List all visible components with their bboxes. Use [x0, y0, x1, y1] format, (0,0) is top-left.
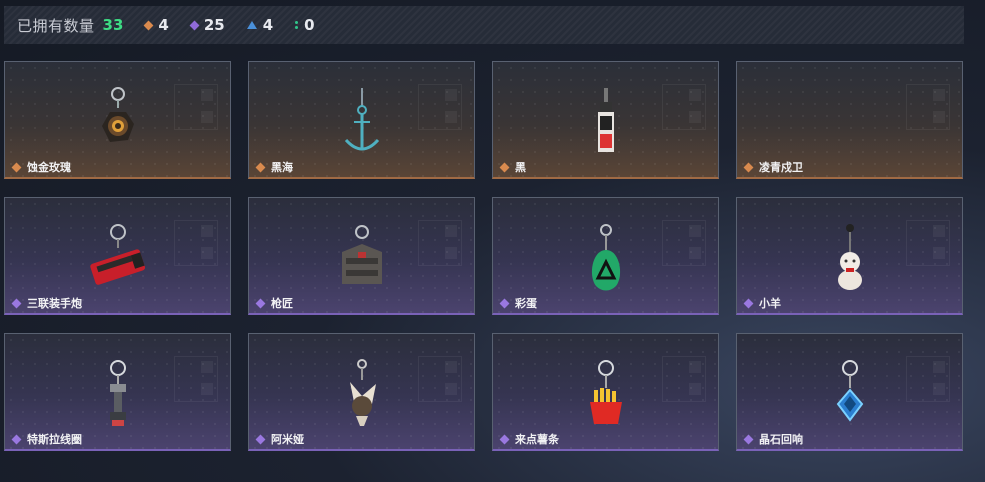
charm-card[interactable]: 黑 — [492, 61, 719, 179]
charm-card[interactable]: 凌青戍卫 — [736, 61, 963, 179]
blue-count: 4 — [262, 16, 274, 34]
charm-name: 黑海 — [271, 161, 293, 174]
blue-triangle-icon — [246, 21, 257, 29]
gunsmith-box-charm-icon — [332, 222, 392, 294]
charm-card[interactable]: 枪匠 — [248, 197, 475, 315]
charm-name: 来点薯条 — [515, 433, 559, 446]
charm-name: 小羊 — [759, 297, 781, 310]
charm-card[interactable]: 晶石回响 — [736, 333, 963, 451]
charm-card[interactable]: 阿米娅 — [248, 333, 475, 451]
charm-card[interactable]: 蚀金玫瑰 — [4, 61, 231, 179]
owned-count: 33 — [102, 16, 124, 34]
charm-name: 特斯拉线圈 — [27, 433, 82, 446]
charm-name: 凌青戍卫 — [759, 161, 803, 174]
lamb-figure-charm-icon — [820, 222, 880, 294]
charm-card[interactable]: 小羊 — [736, 197, 963, 315]
red-cannon-charm-icon — [88, 222, 148, 294]
green-dots-icon — [295, 21, 299, 29]
anchor-charm-icon — [332, 86, 392, 158]
charm-card[interactable]: 三联装手炮 — [4, 197, 231, 315]
charm-card[interactable]: 来点薯条 — [492, 333, 719, 451]
purple-rarity-stat: 25 — [189, 16, 225, 34]
green-egg-charm-icon — [576, 222, 636, 294]
orange-count: 4 — [158, 16, 169, 34]
orange-diamond-icon — [143, 20, 154, 30]
charm-card[interactable]: 黑海 — [248, 61, 475, 179]
rose-emblem-charm-icon — [88, 86, 148, 158]
fries-charm-icon — [576, 358, 636, 430]
charm-card[interactable]: 特斯拉线圈 — [4, 333, 231, 451]
charm-name: 蚀金玫瑰 — [27, 161, 71, 174]
owned-summary-bar: 已拥有数量 33 4 25 4 0 — [4, 6, 964, 44]
green-count: 0 — [304, 16, 315, 34]
charm-name: 黑 — [515, 161, 526, 174]
crystal-charm-icon — [820, 358, 880, 430]
owned-label: 已拥有数量 — [17, 16, 95, 35]
charm-name: 彩蛋 — [515, 297, 537, 310]
orange-rarity-stat: 4 — [143, 16, 169, 34]
charm-name: 三联装手炮 — [27, 297, 82, 310]
purple-diamond-icon — [189, 20, 200, 30]
purple-count: 25 — [203, 16, 225, 34]
tag-card-charm-icon — [576, 86, 636, 158]
charm-name: 晶石回响 — [759, 433, 803, 446]
charm-card[interactable]: 彩蛋 — [492, 197, 719, 315]
green-rarity-stat: 0 — [295, 16, 315, 34]
charm-name: 阿米娅 — [271, 433, 304, 446]
blue-rarity-stat: 4 — [246, 16, 274, 34]
charm-name: 枪匠 — [271, 297, 293, 310]
bunny-figure-charm-icon — [332, 358, 392, 430]
tesla-coil-charm-icon — [88, 358, 148, 430]
